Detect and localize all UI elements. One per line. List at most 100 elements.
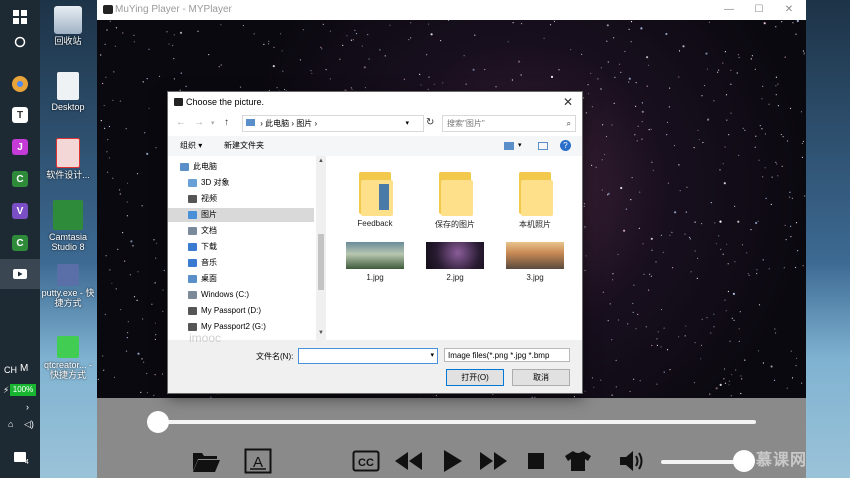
tree-item-icon [188,291,197,299]
view-mode-icon[interactable] [504,142,514,150]
navigation-scrollbar[interactable]: ▲ ▼ [316,156,326,340]
new-folder-button[interactable]: 新建文件夹 [224,136,264,156]
tree-item[interactable]: 3D 对象 [168,176,314,190]
player-title-bar[interactable]: MuYing Player - MYPlayer — ☐ ✕ [97,0,806,20]
desktop-icon-qtcreator[interactable]: qtcreator... - 快捷方式 [40,336,96,380]
dialog-toolbar: 组织 ▾ 新建文件夹 ▾ ? [168,136,582,156]
search-input[interactable]: 搜索"图片" ⌕ [442,115,576,132]
view-dropdown-icon[interactable]: ▾ [518,136,522,156]
breadcrumb-pictures[interactable]: 图片 [296,119,312,128]
refresh-icon[interactable]: ↻ [426,117,434,128]
notification-count: 4 [25,459,29,466]
image-thumbnail [426,242,484,269]
rewind-icon[interactable] [394,448,424,474]
network-icon[interactable]: ⌂ [8,419,13,429]
jetbrains-icon[interactable]: J [0,132,40,162]
seek-slider-handle[interactable] [147,411,169,433]
dialog-title: Choose the picture. [186,97,265,107]
breadcrumb-this-pc[interactable]: 此电脑 [265,119,289,128]
camtasia-icon[interactable]: C [0,164,40,194]
visual-studio-icon[interactable]: V [0,196,40,226]
preview-pane-icon[interactable] [538,142,548,150]
minimize-button[interactable]: — [714,0,744,20]
up-arrow-icon[interactable]: ↑ [224,117,229,128]
scrollbar-thumb[interactable] [318,234,324,290]
close-button[interactable]: ✕ [774,0,804,20]
tray-input-mode[interactable]: M [20,363,28,374]
file-item-2jpg[interactable]: 2.jpg [420,242,490,282]
tree-item-icon [188,179,197,187]
stop-icon[interactable] [521,448,551,474]
tree-item-icon [188,243,197,251]
file-item-camera-roll[interactable]: 本机照片 [500,166,570,230]
tree-item[interactable]: 音乐 [168,256,314,270]
back-arrow-icon[interactable]: ← [176,117,186,128]
tree-item[interactable]: 图片 [168,208,314,222]
image-thumbnail [346,242,404,269]
chrome-icon[interactable] [0,69,40,99]
skin-shirt-icon[interactable] [563,448,593,474]
volume-slider-handle[interactable] [733,450,755,472]
organize-button[interactable]: 组织 ▾ [180,136,202,156]
cancel-button[interactable]: 取消 [512,369,570,386]
speaker-tray-icon[interactable]: ◁) [24,419,34,430]
myplayer-taskbar-icon[interactable] [0,259,40,289]
maximize-button[interactable]: ☐ [744,0,774,20]
desktop-icon-putty[interactable]: putty.exe - 快捷方式 [40,264,96,308]
open-button[interactable]: 打开(O) [446,369,504,386]
tree-item-icon [188,195,197,203]
address-bar[interactable]: › 此电脑 › 图片 › ▾ [242,115,424,132]
tray-expand-icon[interactable]: › [26,402,29,412]
camtasia-recorder-icon[interactable]: C [0,228,40,258]
file-item-saved-pictures[interactable]: 保存的图片 [420,166,490,230]
svg-text:CC: CC [358,457,374,469]
fast-forward-icon[interactable] [478,448,508,474]
tree-item[interactable]: 下载 [168,240,314,254]
scroll-up-icon[interactable]: ▲ [318,158,324,164]
battery-indicator[interactable]: 100% [10,384,36,396]
dialog-title-bar[interactable]: Choose the picture. ✕ [168,92,582,112]
open-file-icon[interactable] [191,448,221,474]
closed-caption-icon[interactable]: CC [351,448,381,474]
desktop-icon-software-design[interactable]: 软件设计... [40,138,96,180]
typora-icon[interactable]: T [0,100,40,130]
desktop-icon-label: 软件设计... [46,170,90,180]
file-item-1jpg[interactable]: 1.jpg [340,242,410,282]
desktop-icon-camtasia[interactable]: Camtasia Studio 8 [40,200,96,252]
breadcrumb-separator: › [291,119,295,128]
recent-dropdown-icon[interactable]: ▾ [211,119,215,127]
subtitle-file-icon[interactable]: A [243,448,273,474]
forward-arrow-icon[interactable]: → [194,117,204,128]
tree-item[interactable]: 此电脑 [168,160,314,174]
tree-item[interactable]: 视频 [168,192,314,206]
tree-item[interactable]: 文档 [168,224,314,238]
desktop-icon-recycle-bin[interactable]: 回收站 [40,6,96,46]
file-name: 本机照片 [519,220,551,229]
desktop-icon-label: qtcreator... - 快捷方式 [43,360,93,380]
file-item-feedback[interactable]: Feedback [340,166,410,228]
tree-item-label: 桌面 [201,274,217,283]
qt-icon [57,336,79,358]
imooc-watermark: imooc [189,331,222,345]
camtasia-icon [53,200,83,230]
address-dropdown-icon[interactable]: ▾ [405,116,409,131]
play-icon[interactable] [437,448,467,474]
player-title: MuYing Player - MYPlayer [115,4,232,15]
tree-item[interactable]: Windows (C:) [168,288,314,302]
seek-slider-track[interactable] [159,420,756,424]
help-icon[interactable]: ? [560,140,571,151]
filename-input[interactable]: ▾ [298,348,438,364]
file-item-3jpg[interactable]: 3.jpg [500,242,570,282]
tree-item[interactable]: My Passport (D:) [168,304,314,318]
dialog-close-button[interactable]: ✕ [560,92,576,112]
tree-item[interactable]: 桌面 [168,272,314,286]
filename-dropdown-icon[interactable]: ▾ [430,349,434,363]
tray-language-cn[interactable]: CH [4,365,17,375]
desktop-icon-label: Desktop [51,102,85,112]
desktop-icon-desktop-folder[interactable]: Desktop [40,72,96,112]
cortana-icon[interactable] [0,27,40,57]
filetype-select[interactable]: Image files(*.png *.jpg *.bmp [444,348,570,362]
volume-icon[interactable] [618,448,648,474]
scroll-down-icon[interactable]: ▼ [318,330,324,336]
tree-item-icon [188,227,197,235]
